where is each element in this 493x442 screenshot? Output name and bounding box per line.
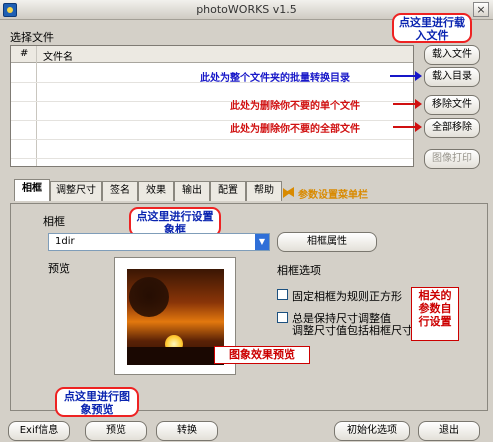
tab-effects[interactable]: 效果 xyxy=(138,181,174,201)
exif-info-button[interactable]: Exif信息 xyxy=(8,421,70,441)
load-file-callout: 点这里进行载入文件 xyxy=(392,13,472,43)
chevron-down-icon[interactable]: ▼ xyxy=(255,234,269,250)
preview-callout: 点这里进行图象预览 xyxy=(55,387,139,417)
frame-select[interactable]: 1dir ▼ xyxy=(48,233,270,251)
frame-properties-button[interactable]: 相框属性 xyxy=(277,232,377,252)
file-section-label: 选择文件 xyxy=(10,31,54,44)
sunset-preview-image xyxy=(127,269,224,365)
tab-signature[interactable]: 签名 xyxy=(102,181,138,201)
print-image-button[interactable]: 图像打印 xyxy=(424,149,480,169)
preview-label: 预览 xyxy=(48,262,70,275)
arrow-left-icon xyxy=(286,187,294,197)
keep-size-label-line2: 调整尺寸值包括相框尺寸 xyxy=(292,324,413,337)
arrow-right-icon xyxy=(393,99,422,109)
column-number: # xyxy=(20,48,29,59)
frame-options-title: 相框选项 xyxy=(277,264,321,277)
column-filename: 文件名 xyxy=(43,52,73,63)
init-options-button[interactable]: 初始化选项 xyxy=(334,421,410,441)
column-divider xyxy=(36,46,37,166)
remove-all-button[interactable]: 全部移除 xyxy=(424,118,480,138)
exit-button[interactable]: 退出 xyxy=(418,421,480,441)
remove-file-button[interactable]: 移除文件 xyxy=(424,95,480,115)
preview-button[interactable]: 预览 xyxy=(85,421,147,441)
convert-button[interactable]: 转换 xyxy=(156,421,218,441)
list-row-line xyxy=(11,139,413,140)
load-file-button[interactable]: 载入文件 xyxy=(424,45,480,65)
keep-size-checkbox[interactable] xyxy=(277,312,288,323)
preview-effect-note: 图象效果预览 xyxy=(214,346,310,364)
shore xyxy=(127,347,224,365)
fixed-square-label: 固定相框为规则正方形 xyxy=(292,290,402,303)
close-icon[interactable]: × xyxy=(473,2,489,17)
arrow-right-icon xyxy=(390,71,422,81)
menu-bar-note: 参数设置菜单栏 xyxy=(298,190,368,201)
frame-label: 相框 xyxy=(43,215,65,228)
tab-help[interactable]: 帮助 xyxy=(246,181,282,201)
tab-frame[interactable]: 相框 xyxy=(14,179,50,201)
arrow-right-icon xyxy=(393,122,422,132)
remove-file-note: 此处为删除你不要的单个文件 xyxy=(230,101,360,112)
frame-select-value: 1dir xyxy=(55,236,75,247)
tab-config[interactable]: 配置 xyxy=(210,181,246,201)
tab-resize[interactable]: 调整尺寸 xyxy=(50,181,102,201)
options-note: 相关的参数自行设置 xyxy=(411,287,459,341)
file-list-header: # 文件名 xyxy=(11,46,413,63)
fixed-square-checkbox[interactable] xyxy=(277,289,288,300)
list-row-line xyxy=(11,158,413,159)
tree-silhouette xyxy=(129,277,169,317)
tab-output[interactable]: 输出 xyxy=(174,181,210,201)
load-dir-note: 此处为整个文件夹的批量转换目录 xyxy=(200,73,350,84)
load-directory-button[interactable]: 载入目录 xyxy=(424,67,480,87)
remove-all-note: 此处为删除你不要的全部文件 xyxy=(230,124,360,135)
